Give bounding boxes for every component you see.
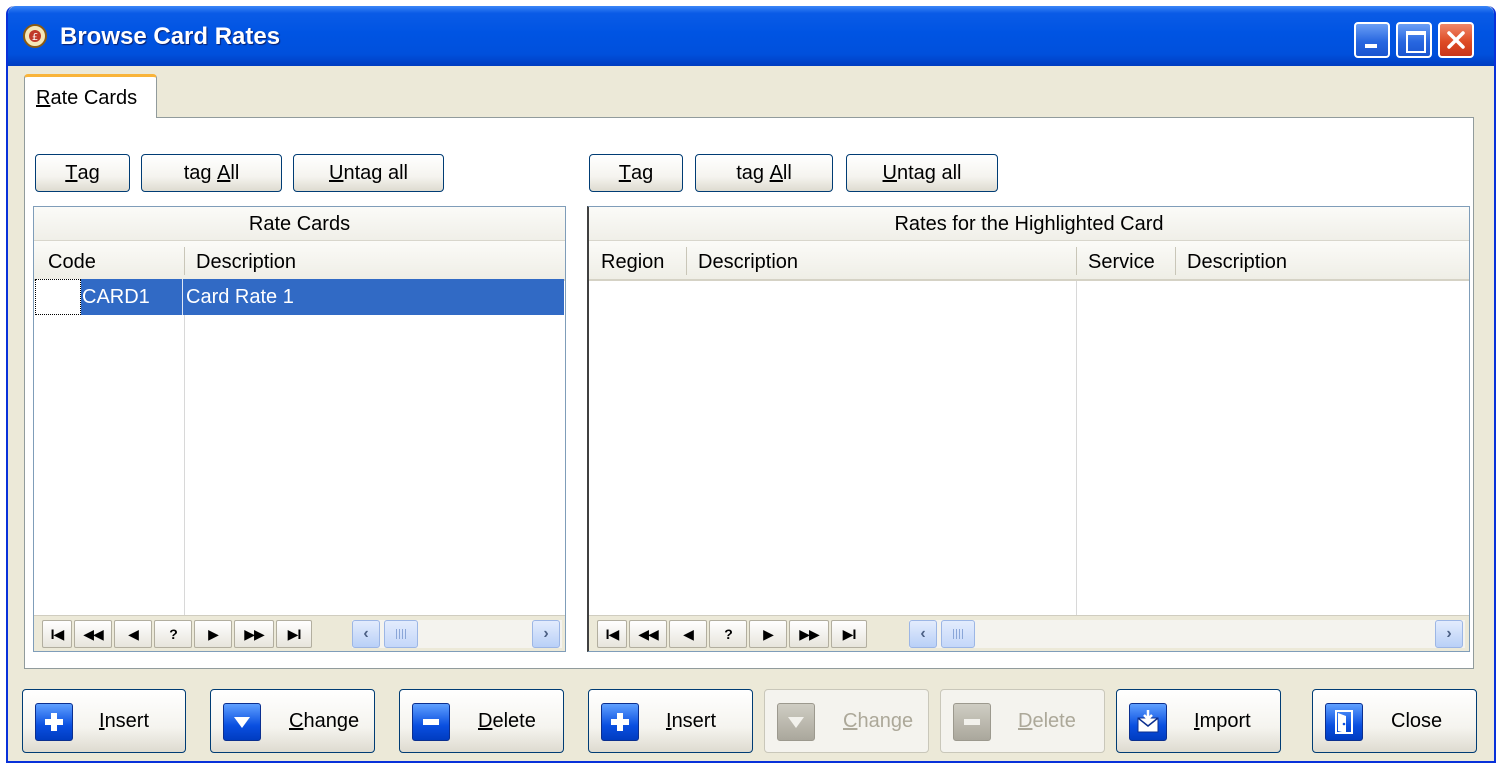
next-page-button[interactable]: ▶▶	[789, 620, 829, 648]
previous-page-button[interactable]: ◀◀	[74, 620, 112, 648]
left-tag-button[interactable]: Tag	[35, 154, 130, 192]
maximize-button[interactable]	[1396, 22, 1432, 58]
previous-record-button[interactable]: ◀	[114, 620, 152, 648]
right-tag-all-button[interactable]: tag All	[695, 154, 833, 192]
change-card-button[interactable]: Change	[210, 689, 375, 753]
close-window-button[interactable]	[1438, 22, 1474, 58]
right-tag-button[interactable]: Tag	[589, 154, 683, 192]
import-button[interactable]: Import	[1116, 689, 1281, 753]
down-arrow-icon	[777, 703, 815, 741]
first-record-button[interactable]: I◀	[42, 620, 72, 648]
insert-card-button[interactable]: Insert	[22, 689, 186, 753]
change-rate-button[interactable]: Change	[764, 689, 929, 753]
tab-rate-cards[interactable]: Rate Cards	[24, 74, 157, 118]
column-header-code[interactable]: Code	[48, 251, 96, 274]
column-header-description[interactable]: Description	[196, 251, 296, 274]
grid-header: Code Description	[34, 241, 565, 281]
rate-cards-grid[interactable]: Rate Cards Code Description	[33, 206, 566, 652]
app-icon: £	[23, 24, 47, 48]
previous-record-button[interactable]: ◀	[669, 620, 707, 648]
close-icon	[1447, 31, 1465, 49]
import-envelope-icon	[1129, 703, 1167, 741]
row-code: CARD1	[82, 286, 150, 308]
scroll-right-button[interactable]: ›	[532, 620, 560, 648]
grid-caption: Rate Cards	[34, 207, 565, 241]
tab-label: Rate Cards	[36, 87, 138, 109]
scroll-thumb[interactable]	[941, 620, 975, 648]
delete-rate-button[interactable]: Delete	[940, 689, 1105, 753]
scroll-thumb[interactable]	[384, 620, 418, 648]
last-record-button[interactable]: ▶I	[276, 620, 312, 648]
locate-button[interactable]: ?	[709, 620, 747, 648]
plus-icon	[601, 703, 639, 741]
close-button[interactable]: Close	[1312, 689, 1477, 753]
next-record-button[interactable]: ▶	[194, 620, 232, 648]
grid-caption: Rates for the Highlighted Card	[589, 207, 1469, 241]
scroll-right-button[interactable]: ›	[1435, 620, 1463, 648]
window-title: Browse Card Rates	[60, 23, 281, 50]
left-tag-all-button[interactable]: tag All	[141, 154, 282, 192]
first-record-button[interactable]: I◀	[597, 620, 627, 648]
plus-icon	[35, 703, 73, 741]
door-exit-icon	[1325, 703, 1363, 741]
column-header-service[interactable]: Service	[1088, 251, 1155, 274]
right-horizontal-scrollbar[interactable]: ‹ ›	[909, 620, 1465, 648]
rates-grid[interactable]: Rates for the Highlighted Card Region De…	[587, 206, 1470, 652]
right-untag-all-button[interactable]: Untag all	[846, 154, 998, 192]
locate-button[interactable]: ?	[154, 620, 192, 648]
down-arrow-icon	[223, 703, 261, 741]
left-untag-all-button[interactable]: Untag all	[293, 154, 444, 192]
svg-text:£: £	[32, 32, 38, 43]
table-row[interactable]: CARD1 Card Rate 1	[46, 279, 564, 315]
last-record-button[interactable]: ▶I	[831, 620, 867, 648]
minus-icon	[953, 703, 991, 741]
title-bar[interactable]: £ Browse Card Rates	[8, 6, 1494, 66]
left-horizontal-scrollbar[interactable]: ‹ ›	[352, 620, 562, 648]
minus-icon	[412, 703, 450, 741]
next-record-button[interactable]: ▶	[749, 620, 787, 648]
previous-page-button[interactable]: ◀◀	[629, 620, 667, 648]
row-focus-cell[interactable]	[35, 279, 81, 315]
grid-header: Region Description Service Description	[589, 241, 1469, 281]
column-header-service-description[interactable]: Description	[1187, 251, 1287, 274]
scroll-left-button[interactable]: ‹	[352, 620, 380, 648]
next-page-button[interactable]: ▶▶	[234, 620, 274, 648]
left-navigation-bar: I◀ ◀◀ ◀ ? ▶ ▶▶ ▶I ‹ ›	[34, 615, 565, 651]
delete-card-button[interactable]: Delete	[399, 689, 564, 753]
column-header-description[interactable]: Description	[698, 251, 798, 274]
row-description: Card Rate 1	[186, 286, 294, 308]
insert-rate-button[interactable]: Insert	[588, 689, 753, 753]
minimize-button[interactable]	[1354, 22, 1390, 58]
scroll-left-button[interactable]: ‹	[909, 620, 937, 648]
right-navigation-bar: I◀ ◀◀ ◀ ? ▶ ▶▶ ▶I ‹ ›	[589, 615, 1469, 651]
column-header-region[interactable]: Region	[601, 251, 664, 274]
